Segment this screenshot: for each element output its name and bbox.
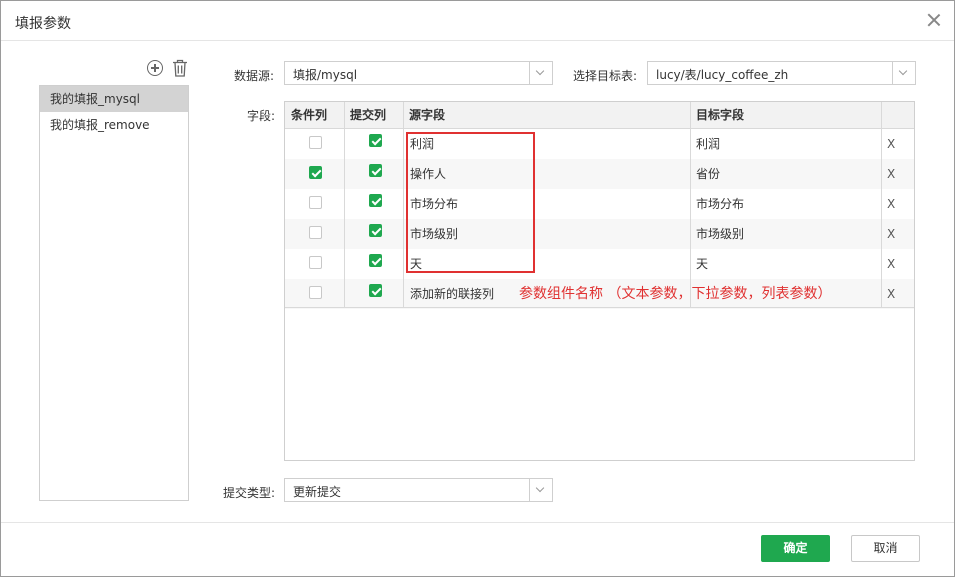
submit-checkbox[interactable] xyxy=(369,164,382,177)
list-item[interactable]: 我的填报_remove xyxy=(40,112,188,138)
column-divider xyxy=(344,102,345,307)
add-icon[interactable] xyxy=(147,60,163,76)
table-row: 市场级别 市场级别 X xyxy=(285,219,914,249)
header-source-field: 源字段 xyxy=(409,108,446,122)
chevron-down-icon[interactable] xyxy=(892,62,915,84)
datasource-value: 填报/mysql xyxy=(293,68,358,82)
datasource-select[interactable]: 填报/mysql xyxy=(284,61,553,85)
delete-row-button[interactable]: X xyxy=(887,249,895,279)
footer-divider xyxy=(1,522,954,523)
chevron-down-icon[interactable] xyxy=(529,479,552,501)
submit-checkbox[interactable] xyxy=(369,284,382,297)
close-icon[interactable] xyxy=(926,12,942,28)
delete-row-button[interactable]: X xyxy=(887,279,895,309)
delete-row-button[interactable]: X xyxy=(887,159,895,189)
column-divider xyxy=(403,102,404,307)
submit-checkbox[interactable] xyxy=(369,224,382,237)
target-field[interactable]: 利润 xyxy=(696,129,720,159)
condition-checkbox[interactable] xyxy=(309,256,322,269)
source-field[interactable]: 添加新的联接列 xyxy=(410,279,494,309)
fill-config-list: 我的填报_mysql 我的填报_remove xyxy=(39,85,189,501)
target-field[interactable]: 省份 xyxy=(696,159,720,189)
field-mapping-table: 条件列 提交列 源字段 目标字段 利润 利润 X 操作人 省份 X 市场分布 市… xyxy=(284,101,915,461)
ok-button[interactable]: 确定 xyxy=(761,535,830,562)
submit-type-select[interactable]: 更新提交 xyxy=(284,478,553,502)
list-item[interactable]: 我的填报_mysql xyxy=(40,86,188,112)
column-divider xyxy=(881,102,882,307)
target-table-value: lucy/表/lucy_coffee_zh xyxy=(656,68,789,82)
dialog-title: 填报参数 xyxy=(15,16,71,32)
highlight-box xyxy=(406,132,535,273)
target-table-label: 选择目标表: xyxy=(573,69,638,83)
datasource-label: 数据源: xyxy=(234,69,275,83)
header-submit-col: 提交列 xyxy=(350,108,387,122)
submit-checkbox[interactable] xyxy=(369,254,382,267)
target-table-select[interactable]: lucy/表/lucy_coffee_zh xyxy=(647,61,916,85)
submit-checkbox[interactable] xyxy=(369,134,382,147)
table-rows-end-line xyxy=(285,307,914,308)
header-target-field: 目标字段 xyxy=(696,108,745,122)
submit-type-label: 提交类型: xyxy=(223,486,276,500)
condition-checkbox[interactable] xyxy=(309,196,322,209)
condition-checkbox[interactable] xyxy=(309,226,322,239)
table-row: 市场分布 市场分布 X xyxy=(285,189,914,219)
fields-label: 字段: xyxy=(247,109,276,123)
table-row: 利润 利润 X xyxy=(285,129,914,159)
condition-checkbox[interactable] xyxy=(309,166,322,179)
target-field[interactable]: 天 xyxy=(696,249,708,279)
condition-checkbox[interactable] xyxy=(309,136,322,149)
target-field[interactable]: 市场级别 xyxy=(696,219,744,249)
cancel-button[interactable]: 取消 xyxy=(851,535,920,562)
submit-type-value: 更新提交 xyxy=(293,485,342,499)
annotation-text: 参数组件名称 （文本参数，下拉参数，列表参数） xyxy=(519,286,832,302)
table-header: 条件列 提交列 源字段 目标字段 xyxy=(285,102,914,129)
condition-checkbox[interactable] xyxy=(309,286,322,299)
delete-row-button[interactable]: X xyxy=(887,129,895,159)
column-divider xyxy=(690,102,691,307)
target-field[interactable]: 市场分布 xyxy=(696,189,744,219)
fill-params-dialog: 填报参数 我的填报_mysql 我的填报_remove 数据源: 填报/mysq… xyxy=(0,0,955,577)
table-row: 操作人 省份 X xyxy=(285,159,914,189)
header-condition-col: 条件列 xyxy=(291,108,328,122)
delete-row-button[interactable]: X xyxy=(887,189,895,219)
chevron-down-icon[interactable] xyxy=(529,62,552,84)
trash-icon[interactable] xyxy=(172,59,188,77)
table-row: 天 天 X xyxy=(285,249,914,279)
submit-checkbox[interactable] xyxy=(369,194,382,207)
dialog-header: 填报参数 xyxy=(1,1,954,41)
delete-row-button[interactable]: X xyxy=(887,219,895,249)
